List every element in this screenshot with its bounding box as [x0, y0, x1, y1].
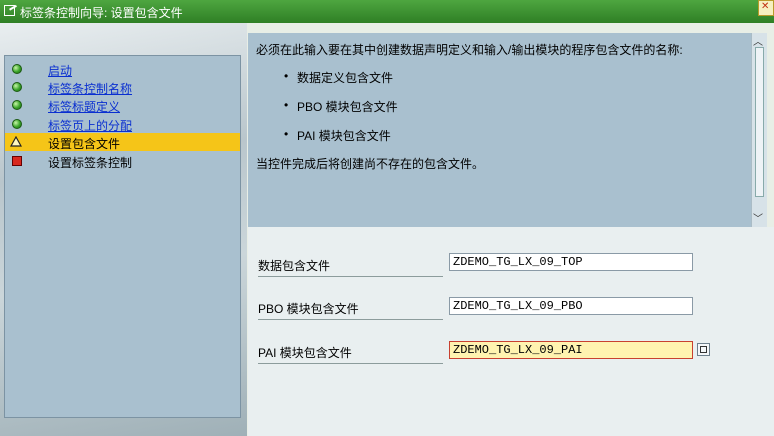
window-title: 标签条控制向导: 设置包含文件	[20, 6, 183, 20]
info-intro: 必须在此输入要在其中创建数据声明定义和输入/输出模块的程序包含文件的名称:	[256, 43, 683, 57]
nav-item-label[interactable]: 标签条控制名称	[48, 80, 132, 97]
bullet-icon: •	[284, 69, 289, 83]
value-help-icon[interactable]	[697, 343, 710, 356]
green-light-icon	[12, 64, 22, 74]
pbo-include-label: PBO 模块包含文件	[258, 300, 443, 320]
info-bullet: PBO 模块包含文件	[297, 100, 398, 114]
info-note: 当控件完成后将创建尚不存在的包含文件。	[256, 157, 485, 171]
green-light-icon	[12, 119, 22, 129]
info-scrollbar[interactable]: ︿ ﹀	[751, 33, 767, 227]
pai-include-input[interactable]: ZDEMO_TG_LX_09_PAI	[449, 341, 693, 359]
scroll-down-icon[interactable]: ﹀	[753, 210, 763, 225]
bullet-icon: •	[284, 98, 289, 112]
bullet-icon: •	[284, 127, 289, 141]
nav-item-label[interactable]: 启动	[48, 62, 72, 79]
nav-item-include-files[interactable]: 设置包含文件	[5, 133, 240, 151]
nav-item-tab-titles[interactable]: 标签标题定义	[5, 96, 240, 114]
info-bullet: 数据定义包含文件	[297, 71, 394, 85]
scroll-up-icon[interactable]: ︿	[753, 33, 763, 48]
close-icon[interactable]	[758, 0, 774, 16]
green-light-icon	[12, 100, 22, 110]
pbo-include-input[interactable]: ZDEMO_TG_LX_09_PBO	[449, 297, 693, 315]
red-light-icon	[12, 156, 22, 166]
nav-item-tab-assignment[interactable]: 标签页上的分配	[5, 115, 240, 133]
nav-item-start[interactable]: 启动	[5, 60, 240, 78]
edit-icon	[4, 5, 15, 16]
green-light-icon	[12, 82, 22, 92]
nav-item-tabstrip-control[interactable]: 设置标签条控制	[5, 152, 240, 170]
nav-item-tabstrip-name[interactable]: 标签条控制名称	[5, 78, 240, 96]
data-include-label: 数据包含文件	[258, 257, 443, 277]
data-include-input[interactable]: ZDEMO_TG_LX_09_TOP	[449, 253, 693, 271]
left-panel: 启动 标签条控制名称 标签标题定义 标签页上的分配 设置包含文件 设置标签条控制	[0, 23, 247, 436]
step-navigation: 启动 标签条控制名称 标签标题定义 标签页上的分配 设置包含文件 设置标签条控制	[4, 55, 241, 418]
scroll-thumb[interactable]	[755, 47, 764, 197]
title-bar: 标签条控制向导: 设置包含文件	[0, 0, 774, 23]
nav-item-label[interactable]: 设置包含文件	[48, 135, 120, 152]
info-bullet: PAI 模块包含文件	[297, 129, 391, 143]
warning-icon	[10, 136, 22, 147]
nav-item-label[interactable]: 标签标题定义	[48, 98, 120, 115]
pai-include-label: PAI 模块包含文件	[258, 344, 443, 364]
nav-item-label: 设置标签条控制	[48, 156, 133, 170]
nav-item-label[interactable]: 标签页上的分配	[48, 117, 132, 134]
